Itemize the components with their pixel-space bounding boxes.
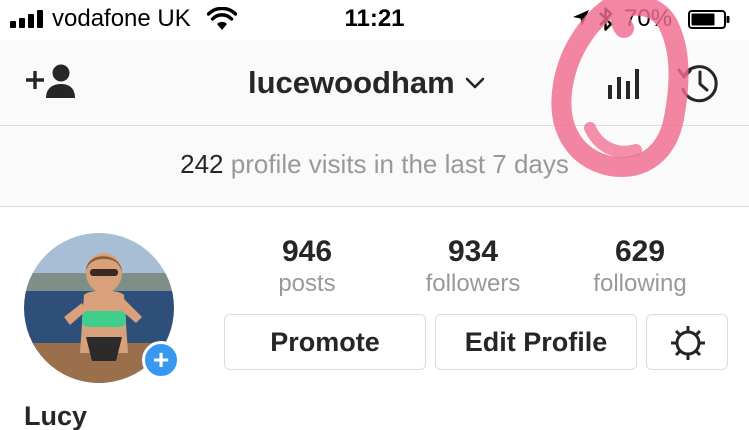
profile-visits-count: 242: [180, 149, 224, 179]
posts-count: 946: [281, 235, 333, 268]
battery-percentage: 70%: [624, 5, 673, 32]
account-switcher[interactable]: lucewoodham: [248, 64, 485, 102]
promote-button[interactable]: Promote: [224, 314, 426, 370]
profile-visits-banner[interactable]: 242 profile visits in the last 7 days: [0, 127, 749, 207]
following-count: 629: [614, 235, 666, 268]
stat-following[interactable]: 629 following: [570, 234, 710, 298]
following-label: following: [593, 270, 687, 297]
battery-icon: [688, 10, 730, 29]
profile-visits-text: 242 profile visits in the last 7 days: [0, 148, 749, 180]
stat-followers[interactable]: 934 followers: [403, 234, 543, 298]
stat-posts[interactable]: 946 posts: [237, 234, 377, 298]
followers-count: 934: [447, 235, 499, 268]
followers-label: followers: [425, 270, 521, 297]
add-user-icon[interactable]: [24, 62, 76, 102]
status-bar: vodafone UK 11:21 70%: [0, 0, 749, 40]
archive-history-icon[interactable]: [676, 60, 722, 106]
profile-visits-label: profile visits in the last 7 days: [230, 149, 569, 179]
plus-icon: +: [152, 344, 170, 375]
insights-bar-chart-icon[interactable]: [606, 67, 644, 101]
posts-label: posts: [278, 270, 336, 297]
add-story-button[interactable]: +: [142, 341, 180, 379]
profile-header: lucewoodham: [0, 40, 749, 126]
profile-name: Lucy: [24, 401, 88, 430]
bluetooth-icon: [599, 7, 613, 31]
gear-icon: [671, 326, 705, 360]
location-arrow-icon: [573, 10, 589, 26]
settings-button[interactable]: [646, 314, 728, 370]
username: lucewoodham: [248, 65, 455, 100]
edit-profile-button[interactable]: Edit Profile: [435, 314, 637, 370]
chevron-down-icon: [465, 77, 485, 89]
